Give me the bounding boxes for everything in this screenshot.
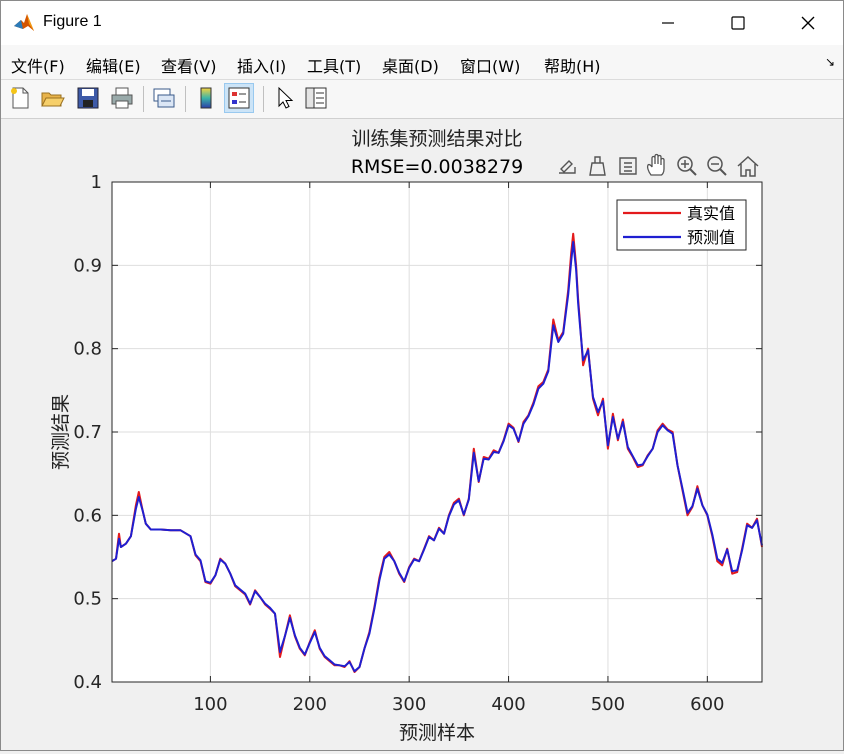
- dock-arrow-icon[interactable]: ↘: [825, 55, 835, 69]
- export-icon[interactable]: [559, 160, 576, 174]
- y-tick-label: 0.8: [73, 339, 102, 360]
- plot-svg[interactable]: 训练集预测结果对比 RMSE=0.0038279 100 200 300 400…: [1, 119, 843, 750]
- figure-window: Figure 1 文件(F) 编辑(E) 查看(V) 插入(I) 工具(T) 桌…: [0, 0, 844, 751]
- zoom-in-icon[interactable]: [677, 156, 697, 176]
- brush-icon[interactable]: [589, 156, 606, 176]
- figure-toolbar: [1, 80, 843, 119]
- y-tick-label: 0.6: [73, 505, 102, 526]
- toolbar-separator: [143, 86, 144, 112]
- legend[interactable]: 真实值 预测值: [616, 199, 747, 251]
- x-tick-label: 300: [392, 694, 426, 715]
- menu-bar: 文件(F) 编辑(E) 查看(V) 插入(I) 工具(T) 桌面(D) 窗口(W…: [1, 45, 843, 80]
- pan-icon[interactable]: [646, 153, 665, 176]
- menu-edit[interactable]: 编辑(E): [86, 53, 141, 77]
- print-icon[interactable]: [109, 85, 135, 111]
- minimize-button[interactable]: [633, 1, 703, 45]
- y-tick-label: 0.4: [73, 672, 102, 693]
- legend-button[interactable]: [224, 83, 254, 113]
- y-tick-label: 0.7: [73, 422, 102, 443]
- x-tick-label: 100: [193, 694, 227, 715]
- y-axis-label: 预测结果: [50, 394, 72, 470]
- maximize-icon: [731, 16, 745, 30]
- chart-title: 训练集预测结果对比: [351, 128, 522, 150]
- property-inspector-icon[interactable]: [303, 85, 329, 111]
- data-tips-icon[interactable]: [619, 157, 637, 175]
- menu-help[interactable]: 帮助(H): [544, 53, 601, 77]
- matlab-logo-icon: [14, 14, 34, 31]
- menu-window[interactable]: 窗口(W): [460, 53, 520, 77]
- x-tick-label: 200: [293, 694, 327, 715]
- new-figure-icon[interactable]: [7, 85, 33, 111]
- pointer-icon[interactable]: [271, 85, 297, 111]
- legend-label-pred: 预测值: [687, 228, 735, 247]
- x-tick-label: 600: [690, 694, 724, 715]
- menu-insert[interactable]: 插入(I): [237, 53, 286, 77]
- menu-tools[interactable]: 工具(T): [307, 53, 361, 77]
- menu-file[interactable]: 文件(F): [11, 53, 65, 77]
- chart-subtitle: RMSE=0.0038279: [351, 156, 523, 178]
- figure-canvas: 训练集预测结果对比 RMSE=0.0038279 100 200 300 400…: [1, 119, 843, 750]
- menu-desktop[interactable]: 桌面(D): [382, 53, 439, 77]
- title-bar: Figure 1: [1, 1, 843, 45]
- legend-label-true: 真实值: [687, 204, 735, 223]
- link-figure-icon[interactable]: [151, 85, 177, 111]
- y-tick-label: 0.9: [73, 255, 102, 276]
- y-tick-label: 1: [91, 172, 102, 193]
- maximize-button[interactable]: [703, 1, 773, 45]
- x-axis-label: 预测样本: [399, 722, 475, 744]
- minimize-icon: [662, 22, 674, 24]
- axes-toolbar: [559, 153, 759, 177]
- open-icon[interactable]: [39, 85, 65, 111]
- home-icon[interactable]: [737, 155, 759, 177]
- y-tick-label: 0.5: [73, 589, 102, 610]
- toolbar-separator: [185, 86, 186, 112]
- window-title: Figure 1: [43, 13, 102, 30]
- x-tick-label: 500: [591, 694, 625, 715]
- menu-view[interactable]: 查看(V): [161, 53, 216, 77]
- zoom-out-icon[interactable]: [707, 156, 727, 176]
- close-button[interactable]: [773, 1, 843, 45]
- save-icon[interactable]: [75, 85, 101, 111]
- colorbar-icon[interactable]: [193, 85, 219, 111]
- close-icon: [801, 16, 815, 30]
- toolbar-separator: [263, 86, 264, 112]
- x-tick-label: 400: [491, 694, 525, 715]
- legend-icon: [228, 87, 250, 109]
